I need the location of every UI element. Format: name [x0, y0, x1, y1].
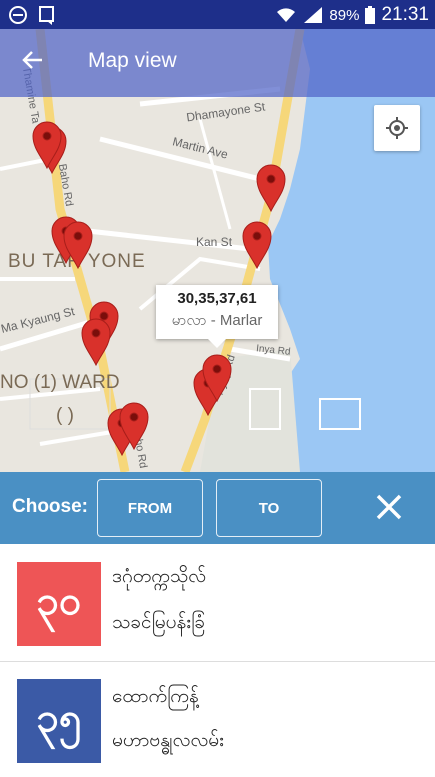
my-location-button[interactable] [374, 105, 420, 151]
route-start: ထောက်ကြန့် [112, 685, 199, 707]
route-chooser-bar: Choose: FROM TO [0, 472, 435, 544]
dnd-icon [9, 6, 27, 24]
route-numbers: 30,35,37,61 [177, 290, 257, 307]
route-end: သခင်မြပန်းခြံ [112, 611, 206, 633]
route-number-badge: ၃၅ [17, 679, 101, 763]
back-arrow-icon[interactable] [20, 47, 46, 80]
bus-stop-marker [63, 221, 93, 270]
bus-stop-marker [242, 221, 272, 270]
signal-icon [304, 7, 323, 23]
notification-icon [39, 6, 54, 25]
status-bar: 89% 21:31 [0, 0, 435, 29]
route-end: မဟာဗန္ဓုလလမ်း [112, 729, 224, 751]
to-button[interactable]: TO [216, 479, 322, 537]
page-title: Map view [88, 49, 177, 72]
choose-label: Choose: [12, 496, 88, 517]
from-button[interactable]: FROM [97, 479, 203, 537]
bus-stop-marker [81, 318, 111, 367]
bus-route-list: ၃၀ ဒဂုံတက္ကသိုလ် သခင်မြပန်းခြံ ၃၅ ထောက်က… [0, 544, 435, 775]
list-item[interactable]: ၃၀ ဒဂုံတက္ကသိုလ် သခင်မြပန်းခြံ [0, 544, 435, 659]
wifi-icon [277, 8, 296, 22]
route-number-badge: ၃၀ [17, 562, 101, 646]
route-start: ဒဂုံတက္ကသိုလ် [112, 565, 207, 587]
close-icon[interactable] [372, 490, 406, 524]
list-item[interactable]: ၃၅ ထောက်ကြန့် မဟာဗန္ဓုလလမ်း [0, 662, 435, 777]
marker-info-window[interactable]: 30,35,37,61 မာလာ - Marlar [156, 285, 278, 348]
app-bar: Map view [0, 29, 435, 97]
clock: 21:31 [381, 4, 429, 25]
bus-stop-marker [256, 164, 286, 213]
battery-icon [365, 6, 376, 24]
stop-name: မာလာ - Marlar [171, 312, 263, 329]
crosshair-icon [386, 117, 408, 139]
battery-percent: 89% [329, 6, 360, 24]
